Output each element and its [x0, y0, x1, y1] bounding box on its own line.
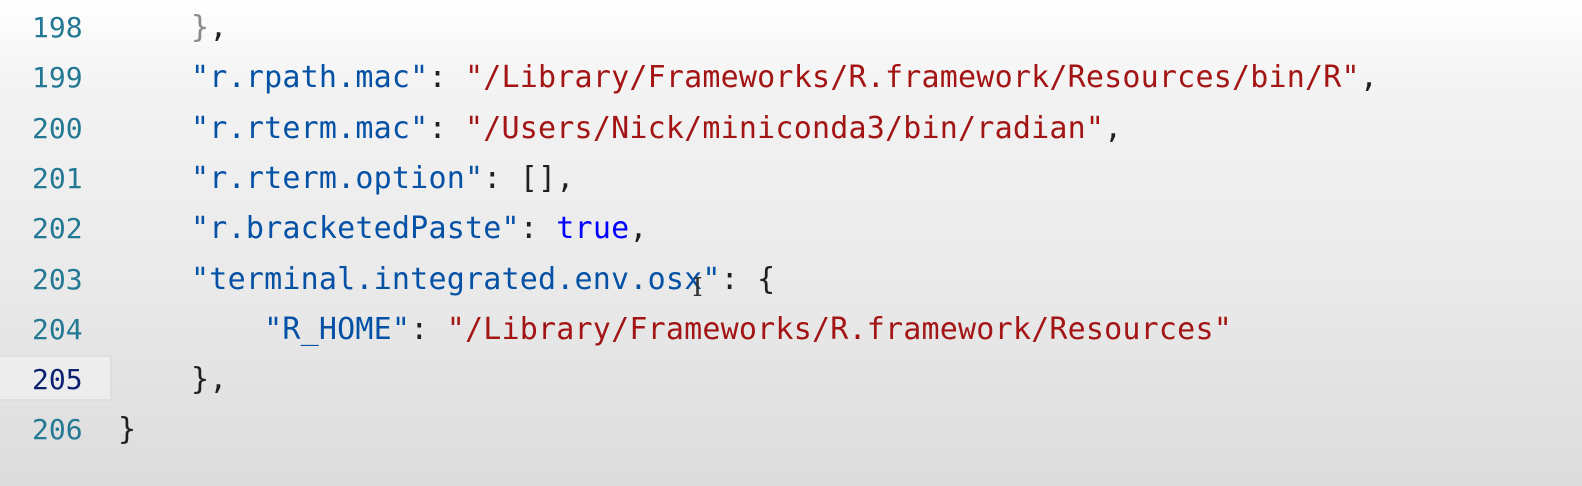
code-text[interactable]: "r.rpath.mac": "/Library/Frameworks/R.fr… [118, 53, 1378, 103]
code-token: : [428, 110, 465, 146]
code-token: }, [191, 362, 228, 398]
code-line[interactable]: 206} [0, 405, 1582, 455]
code-token: "r.rterm.mac" [191, 110, 429, 146]
code-token: "/Users/Nick/miniconda3/bin/radian" [464, 110, 1105, 146]
code-token: , [1359, 60, 1379, 96]
code-line[interactable]: 202 "r.bracketedPaste": true, [0, 204, 1582, 254]
code-text[interactable]: "terminal.integrated.env.osx I ": { [118, 255, 775, 305]
code-token: : [], [483, 160, 575, 196]
line-number: 201 [32, 161, 83, 195]
code-token: : [519, 211, 557, 247]
code-token: "r.rpath.mac" [191, 60, 429, 96]
code-text[interactable]: "r.bracketedPaste": true, [118, 204, 648, 254]
code-editor[interactable]: 198 }, 199 "r.rpath.mac": "/Library/Frame… [0, 0, 1582, 486]
line-number: 200 [32, 111, 83, 145]
line-number: 203 [32, 262, 83, 296]
code-token: , [209, 10, 228, 45]
code-token: "r.bracketedPaste" [191, 211, 520, 247]
code-token: "/Library/Frameworks/R.framework/Resourc… [464, 60, 1360, 96]
code-token: } [191, 10, 210, 45]
code-line[interactable]: 198 }, [0, 3, 1582, 53]
code-token: , [1104, 110, 1123, 146]
code-text[interactable]: } [118, 405, 136, 455]
line-number: 204 [32, 312, 83, 346]
code-line[interactable]: 204 "R_HOME": "/Library/Frameworks/R.fra… [0, 305, 1582, 355]
code-token: "terminal.integrated.env.osx I " [191, 261, 721, 303]
code-line[interactable]: 199 "r.rpath.mac": "/Library/Frameworks/… [0, 53, 1582, 103]
line-number: 202 [32, 212, 83, 246]
code-line[interactable]: 203 "terminal.integrated.env.osx I ": { [0, 255, 1582, 305]
line-number: 199 [32, 61, 83, 95]
code-token: } [118, 412, 137, 448]
code-token: "r.rterm.option" [191, 160, 484, 196]
code-text[interactable]: "r.rterm.option": [], [118, 154, 575, 204]
code-text[interactable]: }, [118, 3, 228, 53]
code-token: : [428, 60, 465, 96]
code-line[interactable]: 205 }, [0, 355, 1582, 405]
code-token: true [556, 211, 630, 247]
code-text[interactable]: "r.rterm.mac": "/Users/Nick/miniconda3/b… [118, 104, 1122, 154]
code-text[interactable]: "R_HOME": "/Library/Frameworks/R.framewo… [118, 305, 1232, 355]
code-token: : [410, 311, 447, 347]
code-line[interactable]: 201 "r.rterm.option": [], [0, 154, 1582, 204]
code-text[interactable]: }, [118, 355, 228, 405]
code-token: , [629, 211, 648, 247]
code-line[interactable]: 200 "r.rterm.mac": "/Users/Nick/minicond… [0, 104, 1582, 154]
line-number: 206 [32, 413, 83, 447]
line-number: 205 [32, 363, 83, 397]
code-token: "R_HOME" [264, 311, 411, 347]
code-token: : { [720, 261, 776, 297]
code-token: "/Library/Frameworks/R.framework/Resourc… [446, 311, 1232, 347]
line-number: 198 [32, 11, 83, 44]
